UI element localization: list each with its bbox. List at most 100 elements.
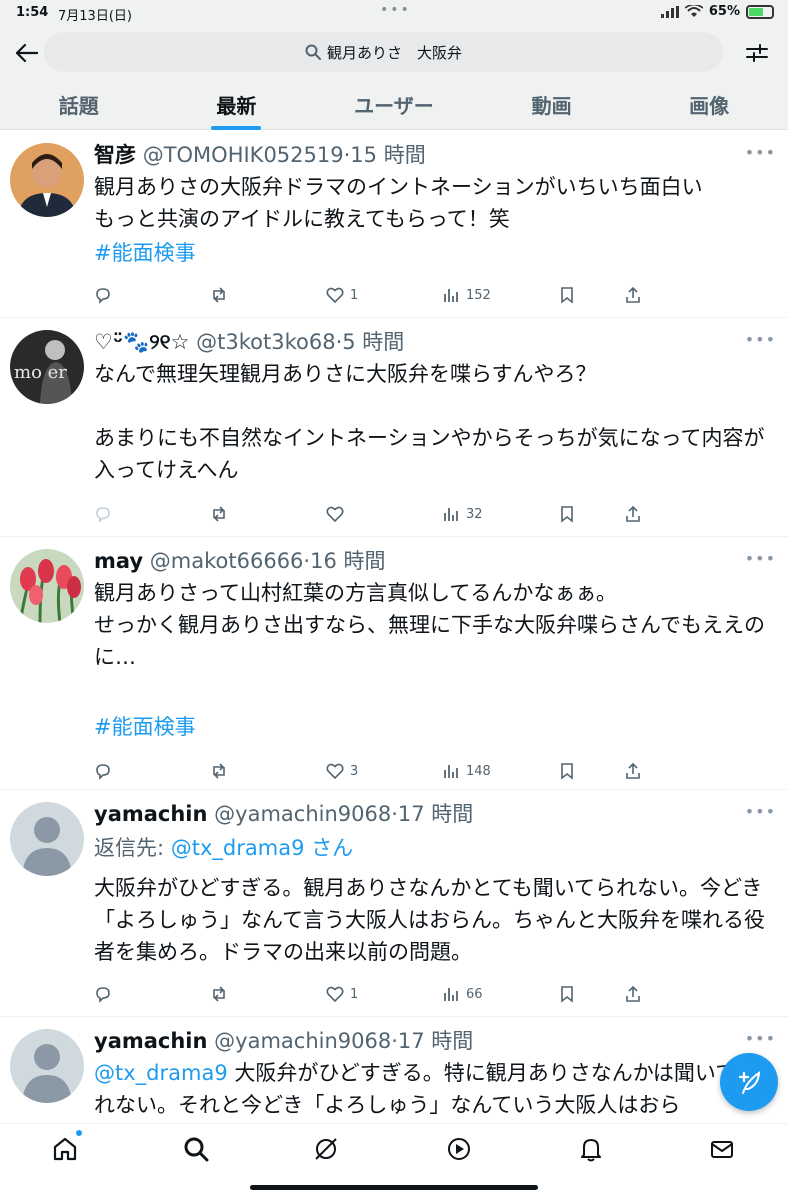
user-handle[interactable]: @yamachin9068 bbox=[214, 1029, 391, 1053]
tab-people[interactable]: ユーザー bbox=[315, 78, 473, 130]
status-date: 7月13日(日) bbox=[58, 9, 132, 24]
user-name[interactable]: yamachin bbox=[94, 802, 207, 826]
avatar[interactable] bbox=[10, 549, 84, 623]
search-header: 観月ありさ 大阪弁 話題 最新 ユーザー 動画 画像 bbox=[0, 26, 788, 130]
user-handle[interactable]: @makot66666 bbox=[150, 549, 304, 573]
tab-images[interactable]: 画像 bbox=[630, 78, 788, 130]
share-button[interactable] bbox=[624, 759, 654, 783]
view-count: 66 bbox=[466, 986, 483, 1002]
reply-button[interactable] bbox=[94, 982, 184, 1006]
like-button[interactable] bbox=[326, 502, 416, 526]
bookmark-button[interactable] bbox=[558, 759, 598, 783]
bar-chart-icon bbox=[444, 988, 458, 1001]
tab-latest[interactable]: 最新 bbox=[158, 78, 316, 130]
tweet[interactable]: ••• 智彦 @TOMOHIK052519·15 時間 観月ありさの大阪弁ドラマ… bbox=[0, 131, 788, 318]
retweet-icon bbox=[213, 287, 225, 303]
heart-icon bbox=[326, 763, 344, 780]
mention-link[interactable]: @tx_drama9 bbox=[94, 1061, 228, 1085]
reply-button[interactable] bbox=[94, 502, 184, 526]
nav-messages[interactable] bbox=[707, 1134, 737, 1164]
tweet-time[interactable]: ·5 時間 bbox=[336, 330, 405, 354]
battery-percent: 65% bbox=[708, 4, 740, 19]
nav-home[interactable] bbox=[50, 1130, 82, 1164]
share-button[interactable] bbox=[624, 502, 654, 526]
reply-to-line: 返信先: @tx_drama9 さん bbox=[94, 836, 354, 860]
like-button[interactable]: 1 bbox=[326, 982, 416, 1006]
bookmark-button[interactable] bbox=[558, 283, 598, 307]
retweet-button[interactable] bbox=[210, 283, 300, 307]
tweet-time[interactable]: ·15 時間 bbox=[344, 143, 426, 167]
retweet-button[interactable] bbox=[210, 759, 300, 783]
avatar[interactable] bbox=[10, 143, 84, 217]
bookmark-button[interactable] bbox=[558, 502, 598, 526]
bookmark-button[interactable] bbox=[558, 982, 598, 1006]
reply-button[interactable] bbox=[94, 283, 184, 307]
tweet[interactable]: ••• yamachin @yamachin9068·17 時間 @tx_dra… bbox=[0, 1017, 788, 1123]
multitasking-dots[interactable]: ••• bbox=[380, 2, 411, 18]
tweet-text: @tx_drama9 大阪弁がひどすぎる。特に観月ありさなんかは聞いてられない。… bbox=[94, 1061, 758, 1117]
bookmark-icon bbox=[561, 287, 573, 304]
user-handle[interactable]: @yamachin9068 bbox=[214, 802, 391, 826]
user-name[interactable]: ♡ᵕ̈🐾୨୧☆ bbox=[94, 330, 189, 354]
tweet-text: 大阪弁がひどすぎる。観月ありさなんかとても聞いてられない。今どき「よろしゅう」な… bbox=[94, 876, 765, 964]
tab-videos[interactable]: 動画 bbox=[473, 78, 631, 130]
user-handle[interactable]: @t3kot3ko68 bbox=[196, 330, 335, 354]
share-button[interactable] bbox=[624, 982, 654, 1006]
tweet[interactable]: mo er ••• ♡ᵕ̈🐾୨୧☆ @t3kot3ko68·5 時間 なんで無理… bbox=[0, 318, 788, 537]
share-icon bbox=[626, 286, 640, 303]
like-count: 1 bbox=[350, 986, 359, 1002]
retweet-button[interactable] bbox=[210, 502, 300, 526]
views-button[interactable]: 152 bbox=[442, 283, 532, 307]
tweet-time[interactable]: ·17 時間 bbox=[391, 802, 473, 826]
bar-chart-icon bbox=[444, 289, 458, 302]
search-input[interactable]: 観月ありさ 大阪弁 bbox=[44, 32, 723, 72]
bookmark-icon bbox=[561, 763, 573, 780]
reply-icon bbox=[96, 764, 110, 780]
back-button[interactable] bbox=[14, 40, 40, 66]
user-name[interactable]: yamachin bbox=[94, 1029, 207, 1053]
tweet-time[interactable]: ·16 時間 bbox=[303, 549, 385, 573]
nav-notifications[interactable] bbox=[576, 1134, 606, 1164]
nav-grok[interactable] bbox=[311, 1134, 341, 1164]
reply-mention-link[interactable]: @tx_drama9 bbox=[171, 836, 305, 860]
share-button[interactable] bbox=[624, 283, 654, 307]
bell-icon bbox=[581, 1139, 601, 1162]
tweet-text: なんで無理矢理観月ありさに大阪弁を喋らすんやろ？ あまりにも不自然なイントネーシ… bbox=[94, 362, 765, 482]
avatar[interactable] bbox=[10, 802, 84, 876]
avatar[interactable]: mo er bbox=[10, 330, 84, 404]
heart-icon bbox=[326, 986, 344, 1003]
share-icon bbox=[626, 505, 640, 522]
like-button[interactable]: 3 bbox=[326, 759, 416, 783]
reply-button[interactable] bbox=[94, 759, 184, 783]
nav-video[interactable] bbox=[444, 1134, 474, 1164]
hashtag-link[interactable]: #能面検事 bbox=[94, 711, 778, 743]
svg-text:mo er: mo er bbox=[14, 362, 67, 383]
search-icon bbox=[184, 1137, 209, 1162]
user-handle[interactable]: @TOMOHIK052519 bbox=[143, 143, 344, 167]
share-icon bbox=[626, 985, 640, 1002]
user-name[interactable]: 智彦 bbox=[94, 143, 136, 167]
avatar[interactable] bbox=[10, 1029, 84, 1103]
view-count: 152 bbox=[466, 287, 491, 303]
search-filter-button[interactable] bbox=[744, 40, 770, 66]
tweet-time[interactable]: ·17 時間 bbox=[391, 1029, 473, 1053]
hashtag-link[interactable]: #能面検事 bbox=[94, 237, 778, 269]
retweet-button[interactable] bbox=[210, 982, 300, 1006]
compose-button[interactable] bbox=[720, 1053, 778, 1111]
tweet[interactable]: ••• may @makot66666·16 時間 観月ありさって山村紅葉の方言… bbox=[0, 537, 788, 790]
like-count: 3 bbox=[350, 763, 359, 779]
home-indicator[interactable] bbox=[250, 1185, 538, 1190]
like-button[interactable]: 1 bbox=[326, 283, 416, 307]
nav-explore[interactable] bbox=[181, 1134, 211, 1164]
tab-top[interactable]: 話題 bbox=[0, 78, 158, 130]
views-button[interactable]: 66 bbox=[442, 982, 532, 1006]
share-icon bbox=[626, 762, 640, 779]
tweet[interactable]: ••• yamachin @yamachin9068·17 時間 返信先: @t… bbox=[0, 790, 788, 1017]
views-button[interactable]: 32 bbox=[442, 502, 532, 526]
retweet-icon bbox=[213, 763, 225, 779]
tweet-feed[interactable]: ••• 智彦 @TOMOHIK052519·15 時間 観月ありさの大阪弁ドラマ… bbox=[0, 131, 788, 1123]
feather-plus-icon bbox=[738, 1071, 761, 1094]
views-button[interactable]: 148 bbox=[442, 759, 532, 783]
user-name[interactable]: may bbox=[94, 549, 143, 573]
tweet-text: 観月ありさって山村紅葉の方言真似してるんかなぁぁ。 せっかく観月ありさ出すなら、… bbox=[94, 581, 765, 669]
